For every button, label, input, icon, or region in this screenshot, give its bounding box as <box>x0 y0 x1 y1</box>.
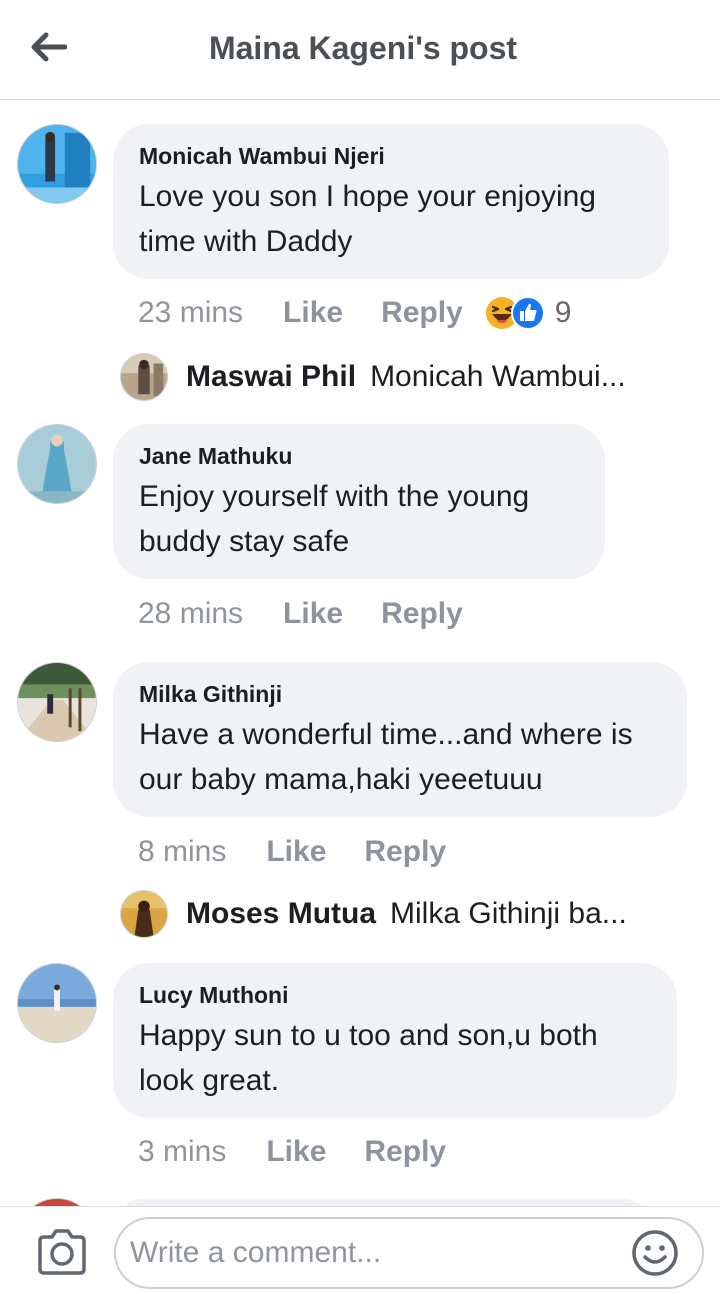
avatar[interactable] <box>17 124 97 204</box>
comment-text: Have a wonderful time...and where is our… <box>139 718 633 796</box>
comment-bubble[interactable] <box>113 1199 653 1206</box>
avatar[interactable] <box>17 424 97 504</box>
reply-author[interactable]: Maswai Phil <box>186 360 356 394</box>
comment-input-box[interactable] <box>114 1217 704 1289</box>
comment-meta: 28 mins Like Reply <box>138 594 463 634</box>
comment-meta: 3 mins Like Reply <box>138 1132 446 1172</box>
like-button[interactable]: Like <box>266 1135 326 1169</box>
like-icon <box>510 296 545 330</box>
comment-input[interactable] <box>130 1227 620 1279</box>
profile-photo <box>18 663 96 741</box>
reaction-count: 9 <box>554 296 572 329</box>
comment-text: Love you son I hope your enjoying time w… <box>139 180 596 258</box>
comment-author[interactable]: Jane Mathuku <box>139 442 579 470</box>
comment-time[interactable]: 23 mins <box>138 296 243 330</box>
reply-button[interactable]: Reply <box>381 597 463 631</box>
comment-author[interactable]: Monicah Wambui Njeri <box>139 142 643 170</box>
camera-icon <box>38 1229 86 1275</box>
reply-button[interactable]: Reply <box>364 835 446 869</box>
profile-photo <box>121 354 167 400</box>
comment-time[interactable]: 3 mins <box>138 1135 226 1169</box>
reply-text: Milka Githinji ba... <box>390 897 627 930</box>
comment-bubble[interactable]: Lucy Muthoni Happy sun to u too and son,… <box>113 963 677 1118</box>
comment-bubble[interactable]: Monicah Wambui Njeri Love you son I hope… <box>113 124 669 279</box>
like-button[interactable]: Like <box>283 296 343 330</box>
page-title: Maina Kageni's post <box>208 30 518 66</box>
profile-photo <box>18 125 96 203</box>
comment-meta: 8 mins Like Reply <box>138 832 446 872</box>
comment-author[interactable]: Lucy Muthoni <box>139 981 651 1009</box>
camera-button[interactable] <box>34 1227 90 1277</box>
avatar[interactable] <box>17 963 97 1043</box>
comment-time[interactable]: 8 mins <box>138 835 226 869</box>
avatar[interactable] <box>17 1198 97 1206</box>
reply-text: Monicah Wambui... <box>370 360 626 393</box>
post-header: Maina Kageni's post <box>0 0 720 100</box>
like-button[interactable]: Like <box>266 835 326 869</box>
profile-photo <box>18 425 96 503</box>
comment-text: Happy sun to u too and son,u both look g… <box>139 1019 598 1097</box>
comment-composer <box>0 1206 720 1294</box>
reactions-summary[interactable]: 9 <box>485 296 572 330</box>
emoji-icon <box>632 1230 678 1276</box>
reply-author[interactable]: Moses Mutua <box>186 897 376 931</box>
like-button[interactable]: Like <box>283 597 343 631</box>
reply-button[interactable]: Reply <box>381 296 463 330</box>
reply-preview[interactable]: Maswai Phil Monicah Wambui... <box>120 352 626 402</box>
comment-time[interactable]: 28 mins <box>138 597 243 631</box>
comment-bubble[interactable]: Jane Mathuku Enjoy yourself with the you… <box>113 424 605 579</box>
profile-photo <box>18 964 96 1042</box>
comment-author[interactable]: Milka Githinji <box>139 680 661 708</box>
comment-list: Monicah Wambui Njeri Love you son I hope… <box>0 101 720 1206</box>
profile-photo <box>121 891 167 937</box>
avatar <box>120 890 168 938</box>
reply-button[interactable]: Reply <box>364 1135 446 1169</box>
comment-meta: 23 mins Like Reply 9 <box>138 293 571 333</box>
comment-bubble[interactable]: Milka Githinji Have a wonderful time...a… <box>113 662 687 817</box>
comment-text: Enjoy yourself with the young buddy stay… <box>139 480 530 558</box>
reply-preview[interactable]: Moses Mutua Milka Githinji ba... <box>120 889 627 939</box>
avatar <box>120 353 168 401</box>
emoji-button[interactable] <box>630 1228 680 1278</box>
avatar[interactable] <box>17 662 97 742</box>
